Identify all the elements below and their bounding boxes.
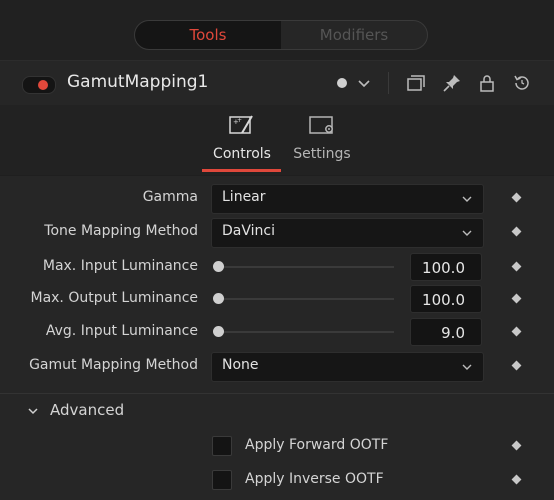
svg-text:+: + xyxy=(237,117,242,124)
keyframe-diamond-icon[interactable] xyxy=(511,360,522,371)
apply-forward-label: Apply Forward OOTF xyxy=(245,437,389,453)
avg-input-slider-handle[interactable] xyxy=(213,326,224,337)
gamma-dropdown[interactable]: Linear xyxy=(211,184,484,214)
reset-icon[interactable] xyxy=(510,71,534,95)
gamma-label: Gamma xyxy=(142,189,198,205)
chevron-down-icon[interactable] xyxy=(352,71,376,95)
keyframe-diamond-icon[interactable] xyxy=(511,226,522,237)
node-title: GamutMapping1 xyxy=(67,72,209,92)
tab-tools[interactable]: Tools xyxy=(135,21,281,49)
apply-inverse-label: Apply Inverse OOTF xyxy=(245,471,384,487)
control-page-tabs: + + Controls Settings xyxy=(0,105,554,175)
inspector-panel: Tools Modifiers GamutMapping1 + + Contro… xyxy=(0,0,554,500)
max-output-label: Max. Output Luminance xyxy=(30,290,198,306)
active-tab-indicator xyxy=(202,169,281,172)
max-input-slider-handle[interactable] xyxy=(213,261,224,272)
max-input-slider-track[interactable] xyxy=(218,266,394,268)
chevron-down-icon xyxy=(462,196,472,202)
max-input-label: Max. Input Luminance xyxy=(42,258,198,274)
max-input-field[interactable]: 100.0 xyxy=(410,253,482,281)
pin-icon[interactable] xyxy=(440,71,464,95)
max-input-row: Max. Input Luminance 100.0 xyxy=(0,253,554,281)
controls-icon: + + xyxy=(222,113,262,139)
max-output-field[interactable]: 100.0 xyxy=(410,285,482,313)
apply-forward-checkbox[interactable] xyxy=(212,436,232,456)
gamut-mapping-row: Gamut Mapping Method None xyxy=(0,352,554,382)
gamut-mapping-dropdown[interactable]: None xyxy=(211,352,484,382)
versions-icon[interactable] xyxy=(404,71,428,95)
tone-mapping-label: Tone Mapping Method xyxy=(44,223,198,239)
keyframe-diamond-icon[interactable] xyxy=(511,326,522,337)
keyframe-diamond-icon[interactable] xyxy=(511,440,522,451)
apply-inverse-checkbox[interactable] xyxy=(212,470,232,490)
tab-settings[interactable]: Settings xyxy=(292,113,352,162)
inspector-tab-bar: Tools Modifiers xyxy=(0,0,554,60)
tab-modifiers[interactable]: Modifiers xyxy=(281,21,427,49)
tone-mapping-value: DaVinci xyxy=(222,223,275,239)
node-enable-toggle[interactable] xyxy=(22,76,56,94)
avg-input-field[interactable]: 9.0 xyxy=(410,318,482,346)
tools-modifiers-switch: Tools Modifiers xyxy=(134,20,428,50)
color-dot-icon[interactable] xyxy=(330,71,354,95)
gamut-mapping-label: Gamut Mapping Method xyxy=(29,357,198,373)
max-output-slider-handle[interactable] xyxy=(213,293,224,304)
lock-icon[interactable] xyxy=(475,71,499,95)
keyframe-diamond-icon[interactable] xyxy=(511,192,522,203)
chevron-down-icon xyxy=(462,364,472,370)
max-output-row: Max. Output Luminance 100.0 xyxy=(0,285,554,313)
avg-input-row: Avg. Input Luminance 9.0 xyxy=(0,318,554,346)
controls-area: Gamma Linear Tone Mapping Method DaVinci… xyxy=(0,176,554,500)
keyframe-diamond-icon[interactable] xyxy=(511,474,522,485)
tab-controls[interactable]: + + Controls xyxy=(212,113,272,162)
gamma-row: Gamma Linear xyxy=(0,184,554,214)
advanced-section-header[interactable]: Advanced xyxy=(0,398,554,424)
chevron-down-icon xyxy=(28,408,38,415)
avg-input-label: Avg. Input Luminance xyxy=(45,323,198,339)
max-output-slider-track[interactable] xyxy=(218,298,394,300)
avg-input-slider-track[interactable] xyxy=(218,331,394,333)
settings-icon xyxy=(302,113,342,139)
apply-forward-row: Apply Forward OOTF xyxy=(0,432,554,460)
advanced-label: Advanced xyxy=(50,401,125,419)
tone-mapping-dropdown[interactable]: DaVinci xyxy=(211,218,484,248)
node-header: GamutMapping1 xyxy=(0,60,554,106)
keyframe-diamond-icon[interactable] xyxy=(511,293,522,304)
gamut-mapping-value: None xyxy=(222,357,259,373)
toggle-knob xyxy=(38,80,48,90)
header-separator xyxy=(388,72,389,94)
keyframe-diamond-icon[interactable] xyxy=(511,261,522,272)
chevron-down-icon xyxy=(462,230,472,236)
gamma-value: Linear xyxy=(222,189,266,205)
tab-settings-label: Settings xyxy=(293,146,351,162)
section-divider xyxy=(0,393,554,394)
tab-controls-label: Controls xyxy=(213,146,271,162)
apply-inverse-row: Apply Inverse OOTF xyxy=(0,466,554,494)
tone-mapping-row: Tone Mapping Method DaVinci xyxy=(0,218,554,248)
